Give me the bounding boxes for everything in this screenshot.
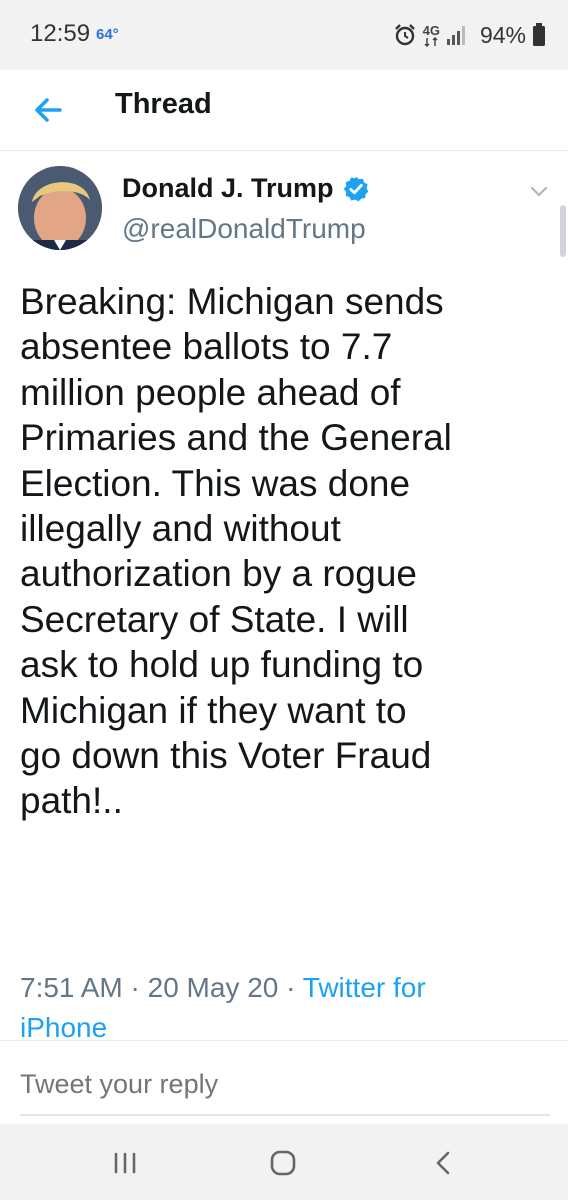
tweet-text: Breaking: Michigan sends absentee ballot…	[20, 279, 556, 824]
alarm-icon	[394, 24, 415, 46]
status-time: 12:59	[30, 20, 91, 47]
system-nav-bar	[0, 1124, 568, 1200]
tweet-source-link-cont[interactable]: iPhone	[20, 1012, 107, 1043]
back-icon[interactable]	[428, 1146, 462, 1180]
meta-separator: ·	[130, 972, 140, 1003]
battery-icon	[533, 23, 545, 46]
network-icon: 4G	[423, 24, 440, 47]
reply-area	[0, 1040, 568, 1125]
reply-underline	[20, 1114, 550, 1116]
app-header: Thread	[0, 70, 568, 151]
author-handle[interactable]: @realDonaldTrump	[122, 213, 366, 245]
tweet-line: illegally and without	[20, 508, 341, 550]
status-bar: 12:59 64° 4G 94%	[0, 0, 568, 70]
tweet-line: Michigan if they want to	[20, 689, 407, 731]
network-label: 4G	[422, 22, 440, 38]
avatar[interactable]	[18, 166, 102, 250]
tweet-line: Election. This was done	[20, 462, 411, 504]
home-icon[interactable]	[266, 1146, 300, 1180]
tweet-line: authorization by a rogue	[20, 553, 417, 595]
verified-badge-icon	[343, 176, 368, 201]
author-name-text: Donald J. Trump	[122, 173, 334, 203]
tweet-line: Primaries and the General	[20, 417, 452, 459]
tweet-line: absentee ballots to 7.7	[20, 326, 393, 368]
recent-apps-icon[interactable]	[108, 1146, 142, 1180]
tweet-time: 7:51 AM	[20, 972, 123, 1003]
status-temperature: 64°	[96, 26, 119, 43]
tweet-line: path!..	[20, 780, 123, 822]
tweet-line: ask to hold up funding to	[20, 644, 424, 686]
chevron-down-icon[interactable]	[528, 181, 550, 203]
tweet-date: 20 May 20	[147, 972, 279, 1003]
tweet-line: Secretary of State. I will	[20, 598, 409, 640]
tweet-line: million people ahead of	[20, 371, 401, 413]
author-name[interactable]: Donald J. Trump	[122, 173, 370, 204]
battery-percent: 94%	[479, 21, 526, 48]
scrollbar[interactable]	[560, 205, 566, 257]
tweet-line: go down this Voter Fraud	[20, 735, 432, 777]
tweet-source-link[interactable]: Twitter for	[303, 972, 426, 1003]
status-icons: 4G 94%	[393, 20, 546, 50]
tweet-meta: 7:51 AM · 20 May 20 · Twitter for iPhone	[20, 968, 550, 1048]
back-arrow-icon[interactable]	[28, 90, 68, 130]
reply-input[interactable]	[20, 1069, 540, 1100]
meta-separator: ·	[286, 972, 296, 1003]
page-title: Thread	[115, 88, 212, 120]
tweet-line: Breaking: Michigan sends	[20, 281, 444, 322]
signal-icon	[446, 26, 465, 45]
